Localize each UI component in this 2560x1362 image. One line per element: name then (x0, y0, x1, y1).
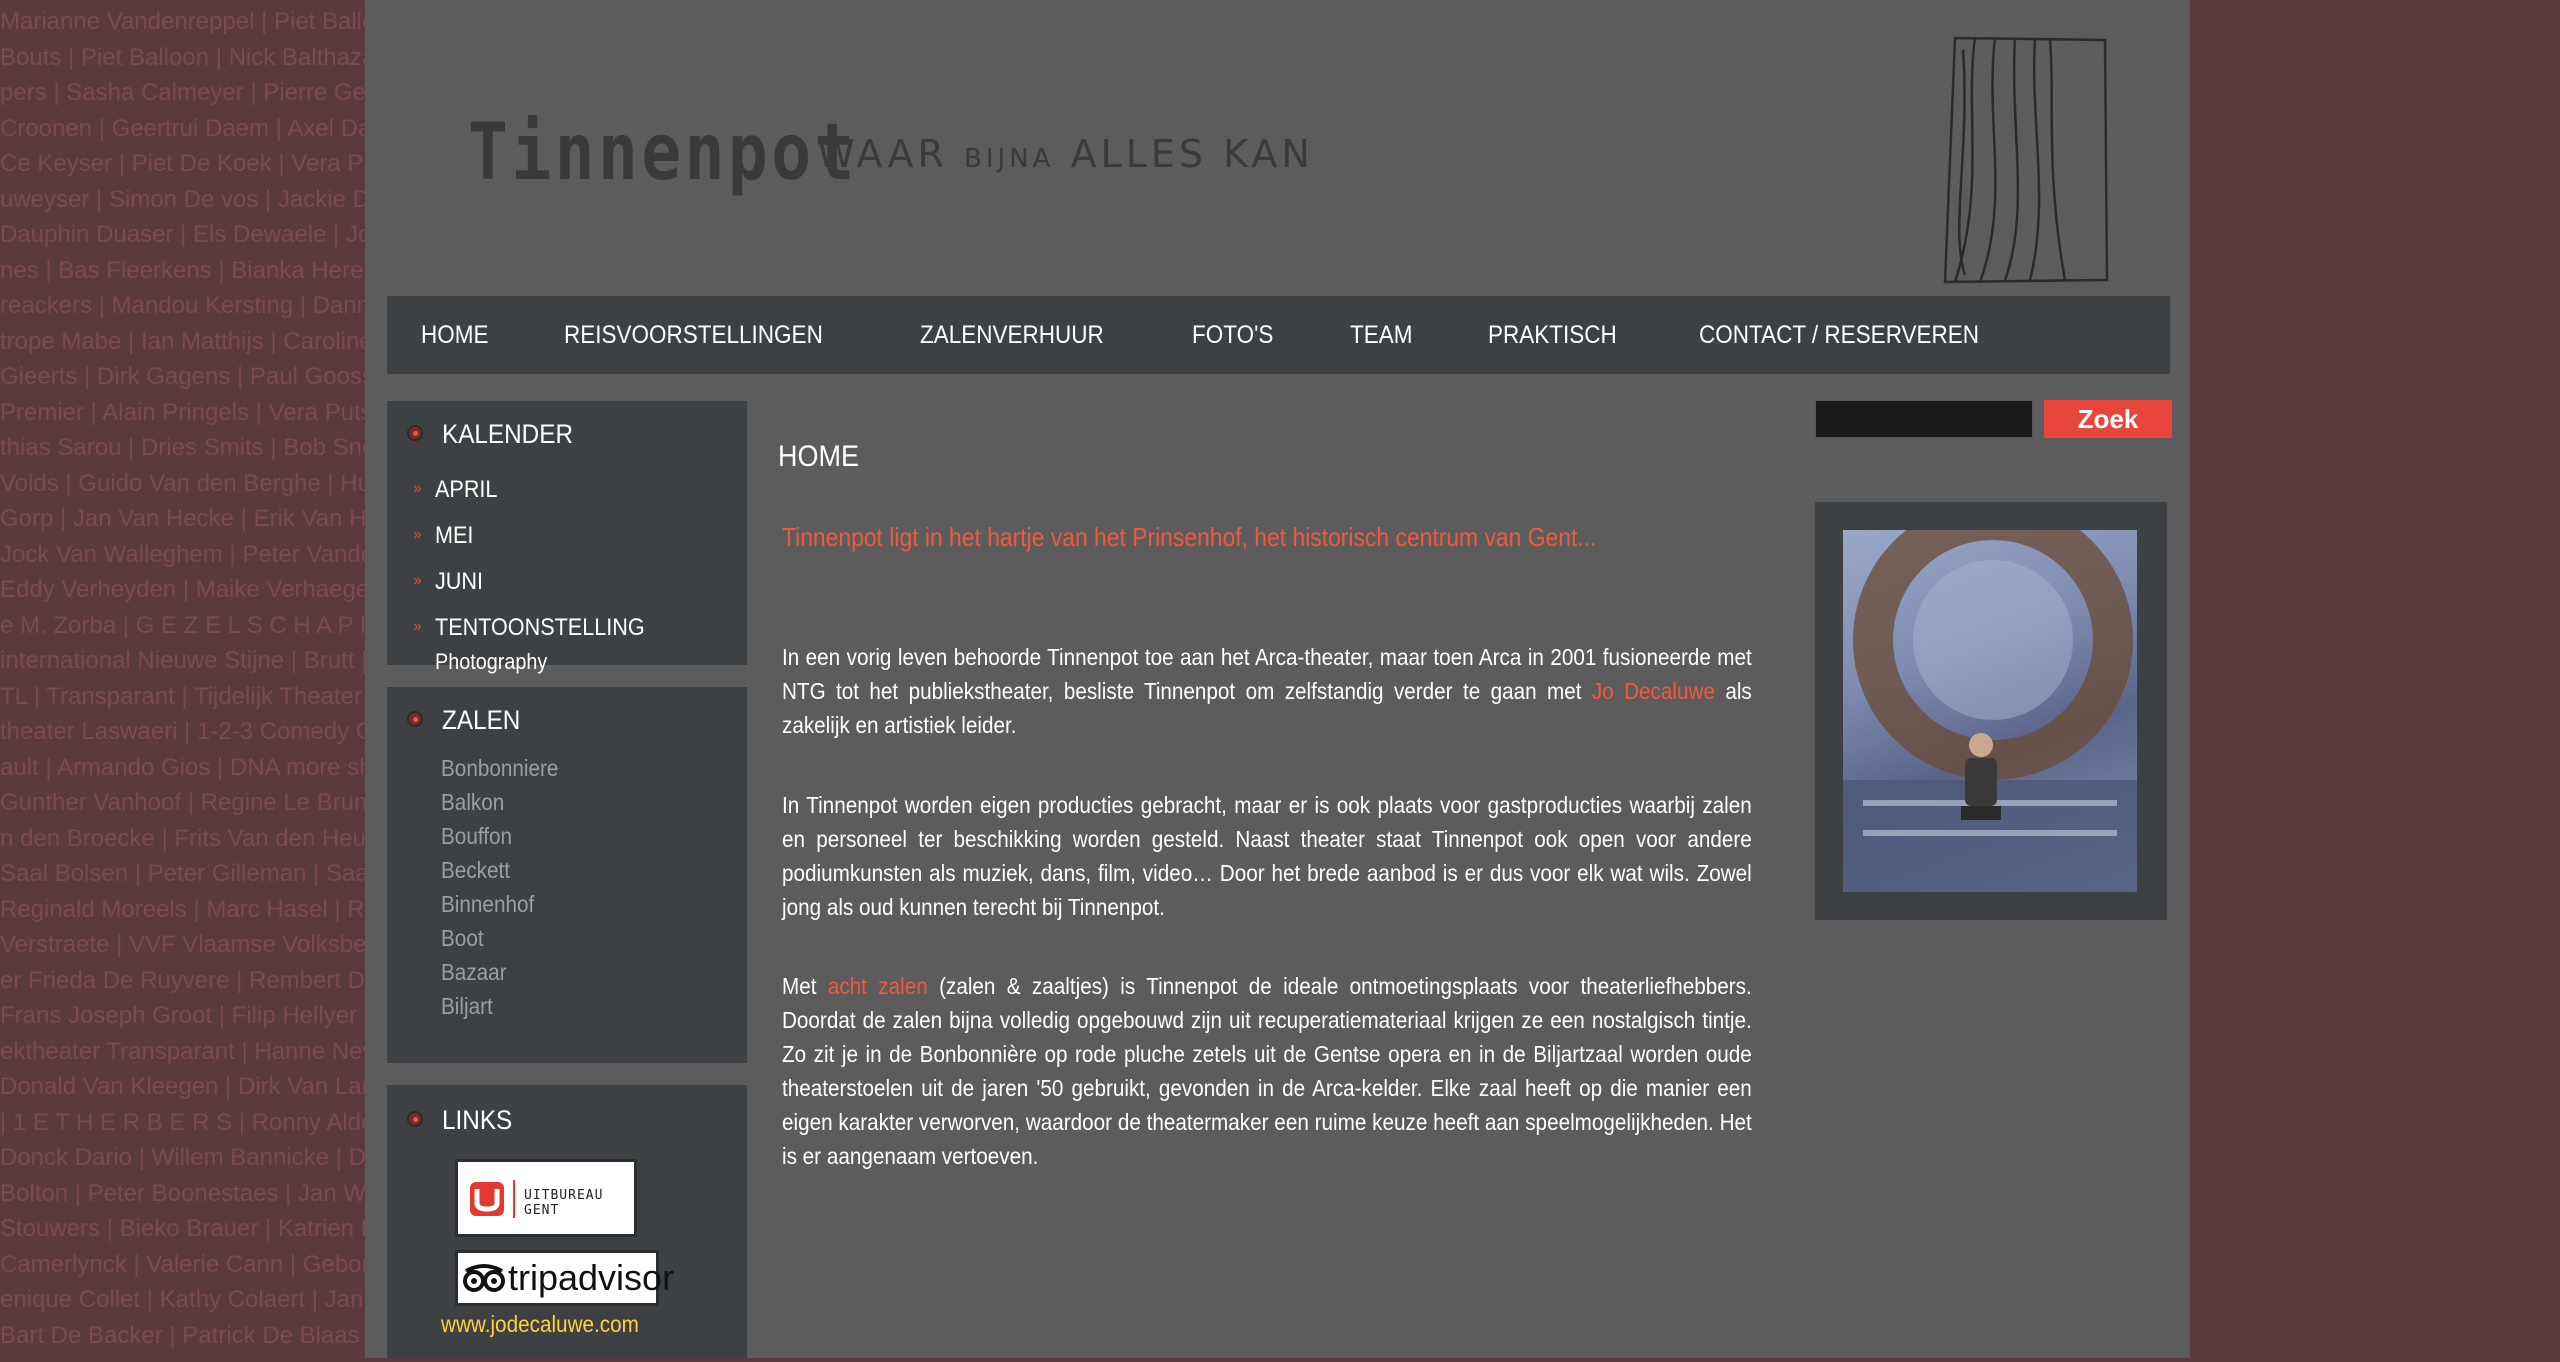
zaal-bonbonniere[interactable]: Bonbonniere (441, 755, 558, 782)
nav-team[interactable]: TEAM (1350, 321, 1413, 350)
kalender-item-label: JUNI (435, 568, 484, 595)
paragraph-3: Met acht zalen (zalen & zaaltjes) is Tin… (782, 969, 1752, 1173)
nav-praktisch[interactable]: PRAKTISCH (1488, 321, 1617, 350)
nav-contact-reserveren[interactable]: CONTACT / RESERVEREN (1699, 321, 1979, 350)
paragraph-2: In Tinnenpot worden eigen producties geb… (782, 792, 1752, 920)
intro-text: Tinnenpot ligt in het hartje van het Pri… (782, 522, 1597, 552)
kalender-sub-photography[interactable]: Photography (435, 649, 547, 675)
zaal-bazaar[interactable]: Bazaar (441, 959, 507, 986)
link-jo-decaluwe[interactable]: Jo Decaluwe (1592, 678, 1715, 704)
tagline-part-2: BIJNA (964, 144, 1055, 174)
zalen-panel: ZALEN Bonbonniere Balkon Bouffon Beckett… (387, 687, 747, 1063)
tripadvisor-logo-text: tripadvisor (508, 1257, 675, 1298)
uitbureau-logo-text: UITBUREAU GENT (524, 1188, 604, 1218)
search-button[interactable]: Zoek (2044, 400, 2172, 438)
nav-fotos[interactable]: FOTO'S (1192, 321, 1273, 350)
featured-photo[interactable] (1843, 530, 2137, 892)
kalender-item-mei[interactable]: » MEI (413, 522, 474, 550)
search-input[interactable] (1815, 400, 2033, 438)
arrow-right-icon: » (413, 572, 422, 589)
uitbureau-gent-logo[interactable]: UITBUREAU GENT U (455, 1159, 637, 1237)
logo-wordmark[interactable]: Tinnenpot (468, 108, 858, 198)
kalender-title: KALENDER (442, 419, 573, 449)
arrow-right-icon: » (413, 618, 422, 635)
main-navigation: HOME REISVOORSTELLINGEN ZALENVERHUUR FOT… (387, 296, 2170, 374)
links-bullet-icon (407, 1111, 423, 1127)
zaal-binnenhof[interactable]: Binnenhof (441, 891, 534, 918)
zalen-title: ZALEN (442, 705, 521, 735)
paragraph-1: In een vorig leven behoorde Tinnenpot to… (782, 640, 1752, 742)
featured-photo-frame (1815, 502, 2167, 920)
kalender-item-juni[interactable]: » JUNI (413, 568, 484, 596)
tripadvisor-logo[interactable]: tripadvisor (455, 1250, 674, 1306)
header-logo-area: Tinnenpot WAAR BIJNA ALLES KAN (365, 0, 2190, 295)
link-jodecaluwe[interactable]: www.jodecaluwe.com (441, 1311, 639, 1338)
paragraph-3-text-a: Met (782, 973, 828, 999)
links-panel: LINKS UITBUREAU GENT U tripadvisor www.j… (387, 1085, 747, 1358)
kalender-item-april[interactable]: » APRIL (413, 476, 498, 504)
links-title: LINKS (442, 1105, 513, 1135)
zaal-boot[interactable]: Boot (441, 925, 484, 952)
page-container: Tinnenpot WAAR BIJNA ALLES KAN HOME REIS… (365, 0, 2190, 1358)
tagline-part-3: ALLES KAN (1070, 132, 1314, 176)
nav-zalenverhuur[interactable]: ZALENVERHUUR (920, 321, 1104, 350)
nav-home[interactable]: HOME (421, 321, 489, 350)
nav-reisvoorstellingen[interactable]: REISVOORSTELLINGEN (564, 321, 823, 350)
paragraph-3-text-b: (zalen & zaaltjes) is Tinnenpot de ideal… (782, 973, 1752, 1169)
tripadvisor-owl-icon (463, 1264, 505, 1292)
kalender-item-tentoonstelling[interactable]: » TENTOONSTELLING (413, 614, 645, 642)
logo-tagline: WAAR BIJNA ALLES KAN (817, 132, 1314, 176)
zaal-beckett[interactable]: Beckett (441, 857, 510, 884)
tagline-part-1: WAAR (817, 132, 948, 176)
zaal-balkon[interactable]: Balkon (441, 789, 504, 816)
arrow-right-icon: » (413, 480, 422, 497)
kalender-bullet-icon (407, 425, 423, 441)
kalender-item-label: MEI (435, 522, 474, 549)
photo-illustration (1843, 530, 2137, 892)
kalender-item-label: APRIL (435, 476, 498, 503)
page-title: HOME (778, 440, 859, 473)
arrow-right-icon: » (413, 526, 422, 543)
kalender-item-label: TENTOONSTELLING (435, 614, 645, 641)
zalen-bullet-icon (407, 711, 423, 727)
link-acht-zalen[interactable]: acht zalen (828, 973, 928, 999)
zaal-bouffon[interactable]: Bouffon (441, 823, 512, 850)
kalender-panel: KALENDER » APRIL » MEI » JUNI » TENTOONSTELL… (387, 401, 747, 674)
curtain-sketch-icon (1943, 36, 2109, 284)
zaal-biljart[interactable]: Biljart (441, 993, 493, 1020)
